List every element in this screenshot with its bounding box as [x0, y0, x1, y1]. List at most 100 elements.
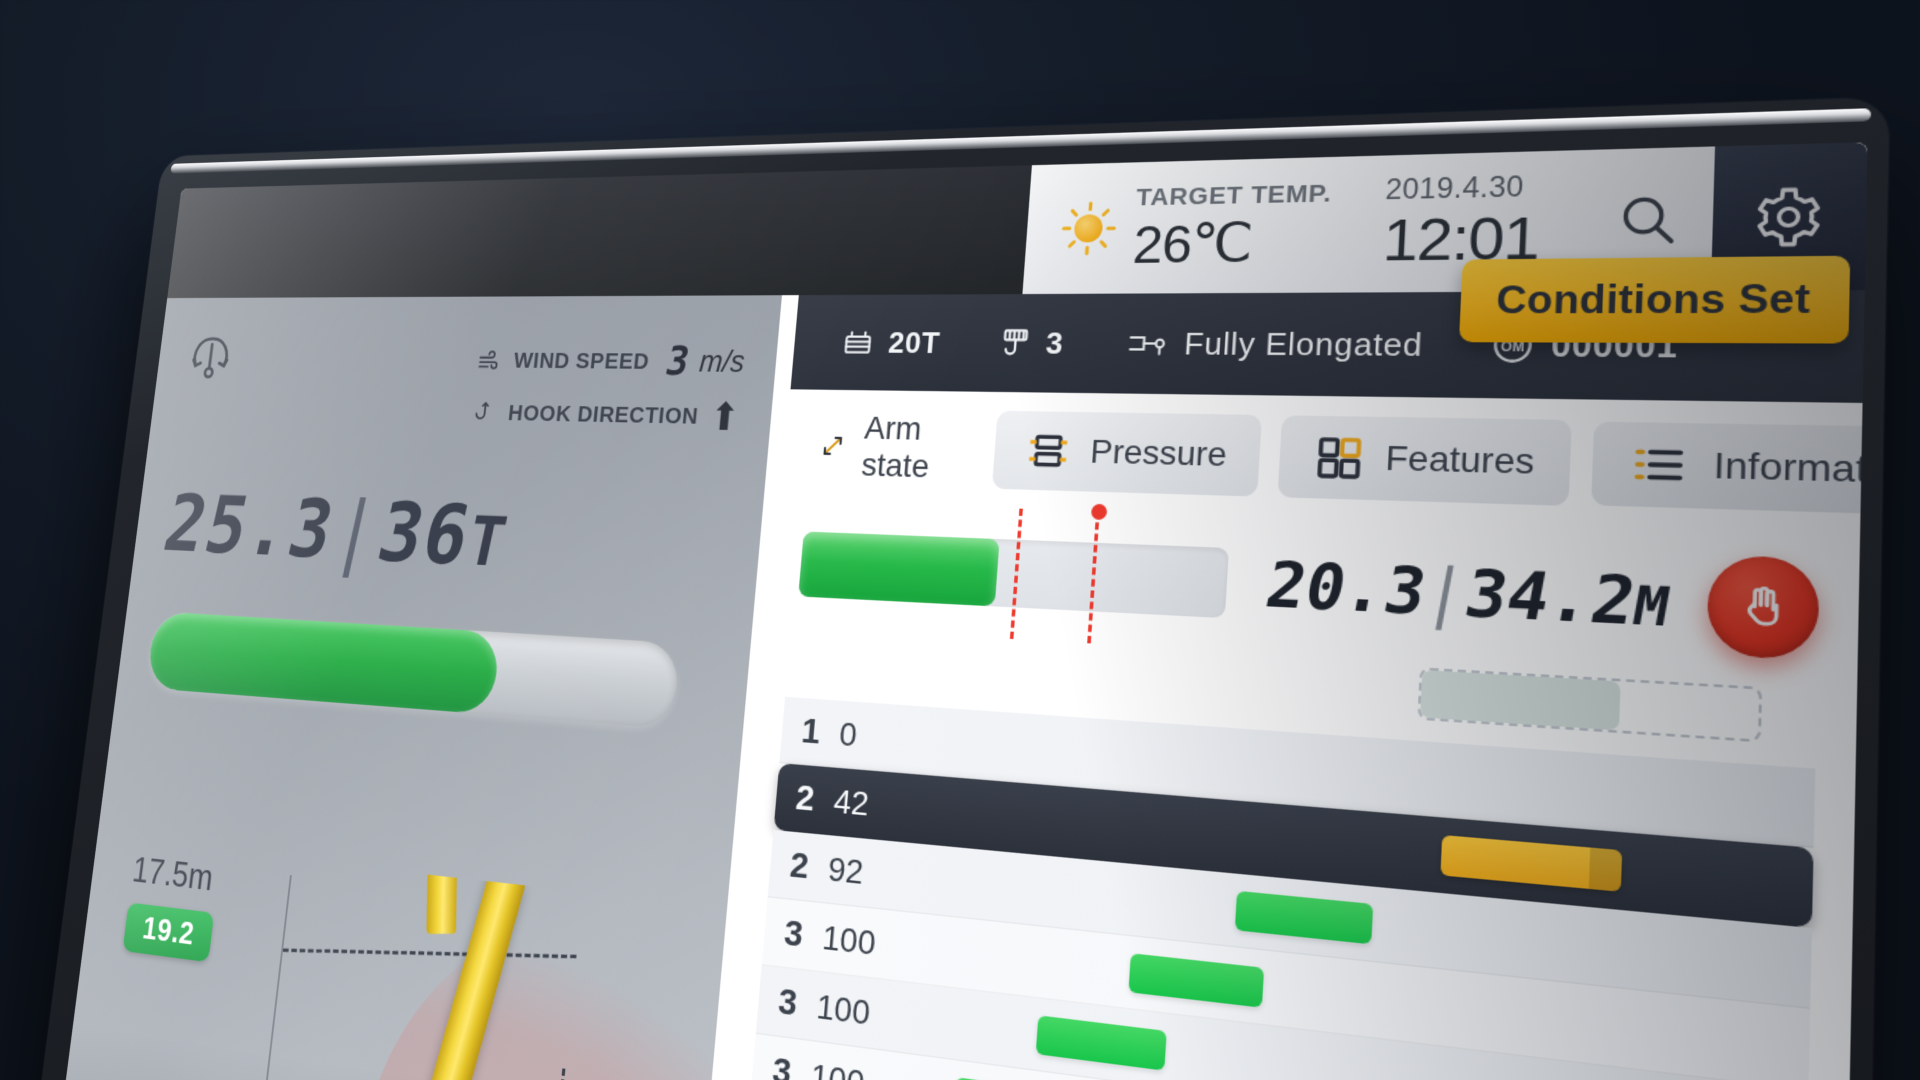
load-separator: |: [324, 482, 389, 579]
tab-features[interactable]: Features: [1277, 415, 1573, 506]
load-readout: 25.3|36T: [156, 477, 738, 596]
hook-icon: [468, 399, 499, 427]
target-temp-value: 26℃: [1131, 211, 1254, 275]
table-row-bar-tip: [1589, 847, 1623, 892]
left-panel: WIND SPEED 3 m/s HOOK DIRECTION ⬆ 25.3|3…: [27, 295, 782, 1080]
tab-pressure[interactable]: Pressure: [991, 410, 1262, 497]
table-cell-section: 2: [788, 844, 811, 887]
hook-direction-label: HOOK DIRECTION: [506, 400, 700, 430]
status-item-serial[interactable]: OM 000001: [1462, 323, 1708, 368]
diagram-dashed-vertical: [531, 1068, 566, 1080]
date-value: 2019.4.30: [1384, 170, 1525, 206]
grid-squares-icon: [1311, 432, 1365, 483]
table-row-bar: [1440, 834, 1623, 892]
pressure-stack-icon: [1023, 427, 1073, 476]
wind-icon: [474, 347, 505, 375]
wind-speed-row: WIND SPEED 3 m/s: [473, 339, 747, 386]
tablet-device: TARGET TEMP. 26℃ 2019.4.30 12:01 WIND SP…: [1, 97, 1890, 1080]
boom-length-max: 34.2: [1458, 556, 1642, 640]
arm-marker-2: [1087, 503, 1108, 644]
header-right-group: TARGET TEMP. 26℃ 2019.4.30 12:01: [1022, 142, 1868, 295]
arm-marker-dot: [1091, 503, 1108, 521]
table-cell-section: 1: [799, 710, 822, 752]
crane-boom-tip: [426, 838, 458, 934]
table-row-bar: [1035, 1014, 1167, 1071]
conditions-set-button[interactable]: Conditions Set: [1459, 255, 1851, 344]
table-row[interactable]: 2 42: [773, 763, 1814, 929]
target-temp-label: TARGET TEMP.: [1135, 179, 1333, 211]
crane-boom-head: [436, 838, 468, 842]
table-cell-section: 3: [776, 980, 799, 1024]
secondary-extension-bar: [1417, 667, 1763, 743]
load-current: 25.3: [156, 477, 344, 577]
arm-extension-fill: [798, 531, 1000, 607]
svg-text:OM: OM: [1500, 340, 1524, 355]
diagram-dashed-horizontal: [283, 948, 577, 959]
device-bezel: TARGET TEMP. 26℃ 2019.4.30 12:01 WIND SP…: [1, 97, 1890, 1080]
tab-bar: Arm state Pressure Features Information: [808, 403, 1868, 519]
arm-meter-row: 20.3|34.2M: [797, 503, 1820, 671]
diagram-vertical-rule: [250, 875, 292, 1080]
table-row[interactable]: 10: [779, 696, 1816, 848]
table-cell-percent: 100: [820, 917, 878, 962]
load-progress-fill: [145, 611, 501, 715]
status-value-counterweight: 20T: [887, 324, 942, 360]
settings-button[interactable]: [1710, 142, 1868, 291]
arm-marker-1: [1009, 508, 1023, 640]
search-button[interactable]: [1580, 146, 1716, 292]
load-unit: T: [460, 501, 515, 583]
status-value-hook-blocks: 3: [1044, 324, 1065, 361]
list-lines-icon: [1629, 439, 1691, 491]
radius-value-badge: 19.2: [122, 902, 215, 963]
arm-sections-table: 1 0 2 42 2 92 3 100 3 100 3 100: [713, 696, 1816, 1080]
wind-speed-value: 3: [661, 339, 694, 385]
table-cell-percent: 0: [837, 714, 859, 753]
status-value-boom: Fully Elongated: [1183, 325, 1424, 363]
table-row[interactable]: 3 100: [761, 897, 1811, 1080]
table-row[interactable]: 2 92: [767, 829, 1812, 1009]
boom-length-current: 20.3: [1260, 548, 1433, 630]
tab-arm-state[interactable]: Arm state: [807, 394, 980, 502]
boom-length-separator: |: [1417, 554, 1474, 632]
header-dark-fill: [167, 157, 1306, 299]
boom-extend-icon: [1121, 326, 1171, 362]
main-body: WIND SPEED 3 m/s HOOK DIRECTION ⬆ 25.3|3…: [27, 255, 1868, 1080]
status-item-counterweight[interactable]: 20T: [817, 325, 964, 361]
crane-boom: [387, 870, 527, 1080]
table-row[interactable]: 3 100: [749, 1033, 1807, 1080]
secondary-extension-fill: [1420, 670, 1621, 731]
diagonal-arrows-icon: [818, 424, 847, 468]
table-cell-percent: 92: [826, 849, 865, 891]
stop-hand-icon: [1734, 580, 1792, 635]
table-cell-section: 3: [770, 1049, 793, 1080]
table-row-bar: [1234, 890, 1374, 944]
wind-speed-label: WIND SPEED: [512, 347, 651, 374]
sun-icon: [1060, 201, 1117, 256]
table-row-bar: [953, 1076, 1082, 1080]
emergency-stop-button[interactable]: [1706, 554, 1820, 661]
table-row[interactable]: 3 100: [755, 965, 1809, 1080]
wind-hook-group: WIND SPEED 3 m/s HOOK DIRECTION ⬆: [466, 339, 747, 451]
table-cell-section: 2: [794, 777, 816, 820]
date-time: 2019.4.30 12:01: [1381, 170, 1552, 274]
hook-direction-row: HOOK DIRECTION ⬆: [467, 395, 742, 440]
left-top-row: WIND SPEED 3 m/s HOOK DIRECTION ⬆: [178, 326, 748, 451]
wind-speed-unit: m/s: [698, 345, 747, 379]
hook-direction-arrow: ⬆: [707, 396, 742, 440]
status-item-hook-blocks[interactable]: 3: [972, 324, 1088, 362]
table-row-bar: [1128, 952, 1264, 1008]
top-header: TARGET TEMP. 26℃ 2019.4.30 12:01: [167, 142, 1868, 299]
table-cell-percent: 100: [809, 1055, 866, 1080]
status-item-boom[interactable]: Fully Elongated: [1098, 325, 1451, 364]
boom-length-unit: M: [1628, 576, 1675, 640]
arm-extension-track[interactable]: [798, 503, 1229, 644]
scene-3d: TARGET TEMP. 26℃ 2019.4.30 12:01 WIND SP…: [0, 0, 1920, 1080]
tab-arm-state-label: Arm state: [860, 409, 931, 485]
boom-height-label: 17.5m: [130, 849, 216, 899]
swing-rotation-icon: [184, 330, 237, 390]
load-max: 36: [369, 484, 481, 584]
om-badge-icon: OM: [1489, 323, 1537, 366]
load-progress-bar: [145, 611, 681, 729]
search-icon: [1614, 189, 1681, 249]
tab-information[interactable]: Information: [1591, 421, 1868, 517]
